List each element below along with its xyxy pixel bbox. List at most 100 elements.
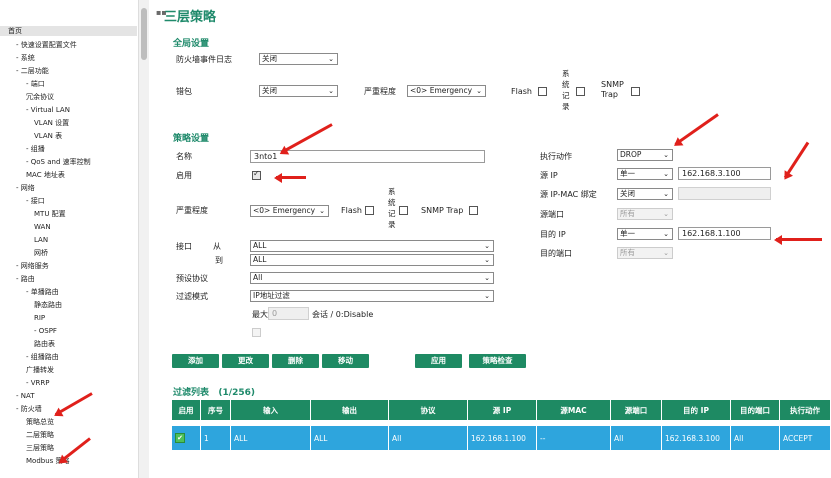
sidebar-item-vlan-settings[interactable]: VLAN 设置: [34, 118, 69, 128]
table-row[interactable]: ✔ 1 ALL ALL All 162.168.1.100 -- All 162…: [172, 426, 831, 450]
policy-snmp-checkbox[interactable]: [469, 206, 478, 215]
src-ip-input[interactable]: 162.168.3.100: [678, 167, 771, 180]
table-header[interactable]: 协议: [388, 400, 468, 420]
sidebar-item-bridge[interactable]: 网桥: [34, 248, 48, 258]
table-header[interactable]: 目的 IP: [661, 400, 731, 420]
chevron-down-icon: ⌄: [663, 249, 669, 257]
src-port-select[interactable]: 所有 ⌄: [617, 208, 673, 220]
sidebar-item-layer2[interactable]: - 二层功能: [16, 66, 49, 76]
sidebar-item-mtu[interactable]: MTU 配置: [34, 209, 66, 219]
src-port-label: 源端口: [540, 210, 564, 219]
sidebar-item-network-services[interactable]: - 网络服务: [16, 261, 49, 271]
add-button[interactable]: 添加: [172, 354, 219, 368]
sidebar-item-qos[interactable]: - QoS and 速率控制: [26, 157, 91, 167]
policy-name-label: 名称: [176, 152, 192, 161]
annotation-arrow-enable: [276, 176, 306, 179]
sidebar-item-vlan-table[interactable]: VLAN 表: [34, 131, 62, 141]
chevron-down-icon: ⌄: [328, 87, 334, 95]
sidebar-item-nat[interactable]: - NAT: [16, 391, 35, 401]
interface-label: 接口: [176, 242, 192, 251]
firewall-log-select[interactable]: 关闭 ⌄: [259, 53, 338, 65]
dst-ip-input[interactable]: 162.168.1.100: [678, 227, 771, 240]
filter-mode-select[interactable]: IP地址过滤 ⌄: [250, 290, 494, 302]
policy-enable-checkbox[interactable]: [252, 169, 261, 180]
src-mac-input[interactable]: [678, 187, 771, 200]
global-severity-select[interactable]: <0> Emergency ⌄: [407, 85, 486, 97]
chevron-down-icon: ⌄: [663, 170, 669, 178]
src-ip-mode-select[interactable]: 单一 ⌄: [617, 168, 673, 180]
table-cell: All: [610, 426, 662, 450]
policy-snmp-label: SNMP Trap: [421, 206, 464, 215]
global-settings-heading: 全局设置: [173, 39, 210, 49]
sidebar-item-multicast-routing[interactable]: - 组播路由: [26, 352, 59, 362]
global-snmp-checkbox[interactable]: [631, 87, 640, 96]
sidebar-item-wan[interactable]: WAN: [34, 222, 51, 232]
max-sessions-input[interactable]: 0: [268, 307, 309, 320]
table-header[interactable]: 源 IP: [467, 400, 537, 420]
apply-button[interactable]: 应用: [415, 354, 462, 368]
dst-port-select[interactable]: 所有 ⌄: [617, 247, 673, 259]
global-flash-checkbox[interactable]: [538, 87, 547, 96]
interface-to-select[interactable]: ALL ⌄: [250, 254, 494, 266]
table-header-row: 启用 序号 输入 输出 协议 源 IP 源MAC 源端口 目的 IP 目的端口 …: [172, 400, 831, 420]
sidebar-item-vlan[interactable]: - Virtual LAN: [26, 105, 70, 115]
modify-button[interactable]: 更改: [222, 354, 269, 368]
chevron-down-icon: ⌄: [663, 151, 669, 159]
policy-syslog-checkbox[interactable]: [399, 206, 408, 215]
table-header[interactable]: 输出: [310, 400, 389, 420]
sidebar-item-mac-table[interactable]: MAC 地址表: [26, 170, 65, 180]
sidebar-item-lan[interactable]: LAN: [34, 235, 48, 245]
sidebar-scrollbar[interactable]: [138, 0, 149, 478]
sidebar-item-broadcast-forward[interactable]: 广播转发: [26, 365, 54, 375]
policy-settings-heading: 策略设置: [173, 134, 210, 144]
sidebar-item-system[interactable]: - 系统: [16, 53, 35, 63]
interface-from-select[interactable]: ALL ⌄: [250, 240, 494, 252]
sidebar-item-interface[interactable]: - 接口: [26, 196, 45, 206]
malformed-select[interactable]: 关闭 ⌄: [259, 85, 338, 97]
sidebar-item-layer3-policy[interactable]: 三层策略: [26, 443, 54, 453]
row-enabled-cell[interactable]: ✔: [172, 426, 201, 450]
table-header[interactable]: 启用: [172, 400, 201, 420]
protocol-select[interactable]: All ⌄: [250, 272, 494, 284]
sidebar-item-ospf[interactable]: - OSPF: [34, 326, 57, 336]
dst-port-label: 目的端口: [540, 249, 572, 258]
sidebar-item-routing[interactable]: - 路由: [16, 274, 35, 284]
sidebar-item-home[interactable]: 首页: [0, 26, 137, 36]
sidebar-item-network[interactable]: - 网络: [16, 183, 35, 193]
sidebar-item-layer2-policy[interactable]: 二层策略: [26, 430, 54, 440]
table-header[interactable]: 执行动作: [779, 400, 831, 420]
policy-flash-checkbox[interactable]: [365, 206, 374, 215]
table-header[interactable]: 序号: [200, 400, 231, 420]
sidebar-item-static-route[interactable]: 静态路由: [34, 300, 62, 310]
action-select[interactable]: DROP ⌄: [617, 149, 673, 161]
max-sessions-checkbox[interactable]: [252, 328, 261, 337]
sidebar-item-unicast-routing[interactable]: - 单播路由: [26, 287, 59, 297]
scrollbar-thumb[interactable]: [141, 8, 147, 60]
filter-list-table: 启用 序号 输入 输出 协议 源 IP 源MAC 源端口 目的 IP 目的端口 …: [172, 400, 831, 450]
sidebar-item-policy-overview[interactable]: 策略总览: [26, 417, 54, 427]
table-header[interactable]: 源MAC: [536, 400, 611, 420]
sidebar-item-rip[interactable]: RIP: [34, 313, 45, 323]
src-mac-select[interactable]: 关闭 ⌄: [617, 188, 673, 200]
annotation-arrow-dst-ip: [776, 238, 822, 241]
dst-ip-mode-select[interactable]: 单一 ⌄: [617, 228, 673, 240]
sidebar-item-multicast[interactable]: - 组播: [26, 144, 45, 154]
table-cell: 162.168.1.100: [467, 426, 537, 450]
sidebar-item-port[interactable]: - 端口: [26, 79, 45, 89]
main-content: ▪▪ 三层策略 全局设置 防火墙事件日志 关闭 ⌄ 错包 关闭 ⌄ 严重程度 <0>…: [149, 0, 831, 478]
table-header[interactable]: 目的端口: [730, 400, 780, 420]
sidebar-item-quick-setup[interactable]: - 快速设置配置文件: [16, 40, 77, 50]
sidebar-item-route-table[interactable]: 路由表: [34, 339, 55, 349]
sidebar-item-vrrp[interactable]: - VRRP: [26, 378, 50, 388]
sidebar-item-redundancy[interactable]: 冗余协议: [26, 92, 54, 102]
policy-severity-select[interactable]: <0> Emergency ⌄: [250, 205, 329, 217]
policy-check-button[interactable]: 策略检查: [469, 354, 526, 368]
sidebar-item-firewall[interactable]: - 防火墙: [16, 404, 42, 414]
move-button[interactable]: 移动: [322, 354, 369, 368]
table-header[interactable]: 输入: [230, 400, 311, 420]
dst-ip-label: 目的 IP: [540, 230, 566, 239]
global-syslog-checkbox[interactable]: [576, 87, 585, 96]
delete-button[interactable]: 删除: [272, 354, 319, 368]
table-header[interactable]: 源端口: [610, 400, 662, 420]
chevron-down-icon: ⌄: [484, 256, 490, 264]
